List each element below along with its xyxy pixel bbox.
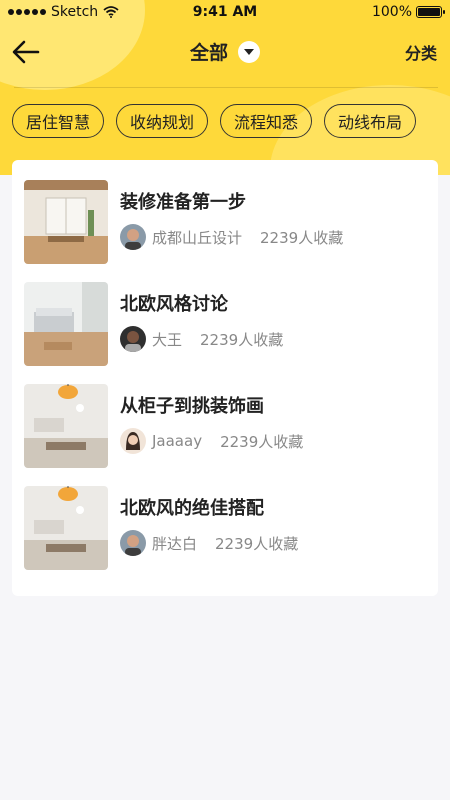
article-thumbnail bbox=[24, 486, 108, 570]
article-meta: Jaaaay 2239人收藏 bbox=[120, 428, 303, 454]
save-count: 2239人收藏 bbox=[215, 534, 299, 553]
page-title: 全部 bbox=[189, 42, 228, 64]
chip-process-knowledge[interactable]: 流程知悉 bbox=[220, 104, 313, 138]
avatar bbox=[120, 530, 146, 556]
author-name: 成都山丘设计 bbox=[152, 228, 243, 247]
chip-storage-planning[interactable]: 收纳规划 bbox=[116, 104, 209, 138]
nav-bar: 全部 分类 bbox=[0, 30, 450, 74]
save-count: 2239人收藏 bbox=[260, 228, 344, 247]
author-name: 胖达白 bbox=[152, 534, 198, 553]
list-item[interactable]: 从柜子到挑装饰画 Jaaaay 2239人收藏 bbox=[24, 384, 424, 470]
save-count: 2239人收藏 bbox=[200, 330, 284, 349]
article-thumbnail bbox=[24, 282, 108, 366]
avatar bbox=[120, 428, 146, 454]
article-title: 从柜子到挑装饰画 bbox=[120, 396, 264, 417]
chip-circulation-layout[interactable]: 动线布局 bbox=[324, 104, 417, 138]
article-title: 装修准备第一步 bbox=[120, 192, 246, 213]
divider bbox=[14, 87, 438, 88]
article-list: 装修准备第一步 成都山丘设计 2239人收藏 北欧风格讨论 大王 2239人收藏… bbox=[12, 160, 438, 596]
chip-residential-wisdom[interactable]: 居住智慧 bbox=[12, 104, 105, 138]
article-title: 北欧风格讨论 bbox=[120, 294, 228, 315]
article-thumbnail bbox=[24, 180, 108, 264]
article-meta: 成都山丘设计 2239人收藏 bbox=[120, 224, 343, 250]
article-thumbnail bbox=[24, 384, 108, 468]
author-name: 大王 bbox=[152, 330, 183, 349]
category-link[interactable]: 分类 bbox=[405, 40, 437, 64]
article-meta: 大王 2239人收藏 bbox=[120, 326, 283, 352]
article-meta: 胖达白 2239人收藏 bbox=[120, 530, 298, 556]
save-count: 2239人收藏 bbox=[220, 432, 304, 451]
author-name: Jaaaay bbox=[152, 432, 203, 450]
avatar bbox=[120, 326, 146, 352]
list-item[interactable]: 装修准备第一步 成都山丘设计 2239人收藏 bbox=[24, 180, 424, 266]
article-title: 北欧风的绝佳搭配 bbox=[120, 498, 264, 519]
category-dropdown[interactable]: 全部 bbox=[0, 38, 450, 65]
status-right: 100% bbox=[371, 4, 445, 20]
battery-percent: 100% bbox=[371, 4, 412, 20]
battery-icon bbox=[416, 6, 445, 18]
list-item[interactable]: 北欧风的绝佳搭配 胖达白 2239人收藏 bbox=[24, 486, 424, 572]
caret-down-icon bbox=[238, 40, 260, 63]
status-bar: Sketch 9:41 AM 100% bbox=[0, 0, 450, 24]
tag-chips: 居住智慧 收纳规划 流程知悉 动线布局 bbox=[12, 104, 417, 138]
avatar bbox=[120, 224, 146, 250]
list-item[interactable]: 北欧风格讨论 大王 2239人收藏 bbox=[24, 282, 424, 368]
